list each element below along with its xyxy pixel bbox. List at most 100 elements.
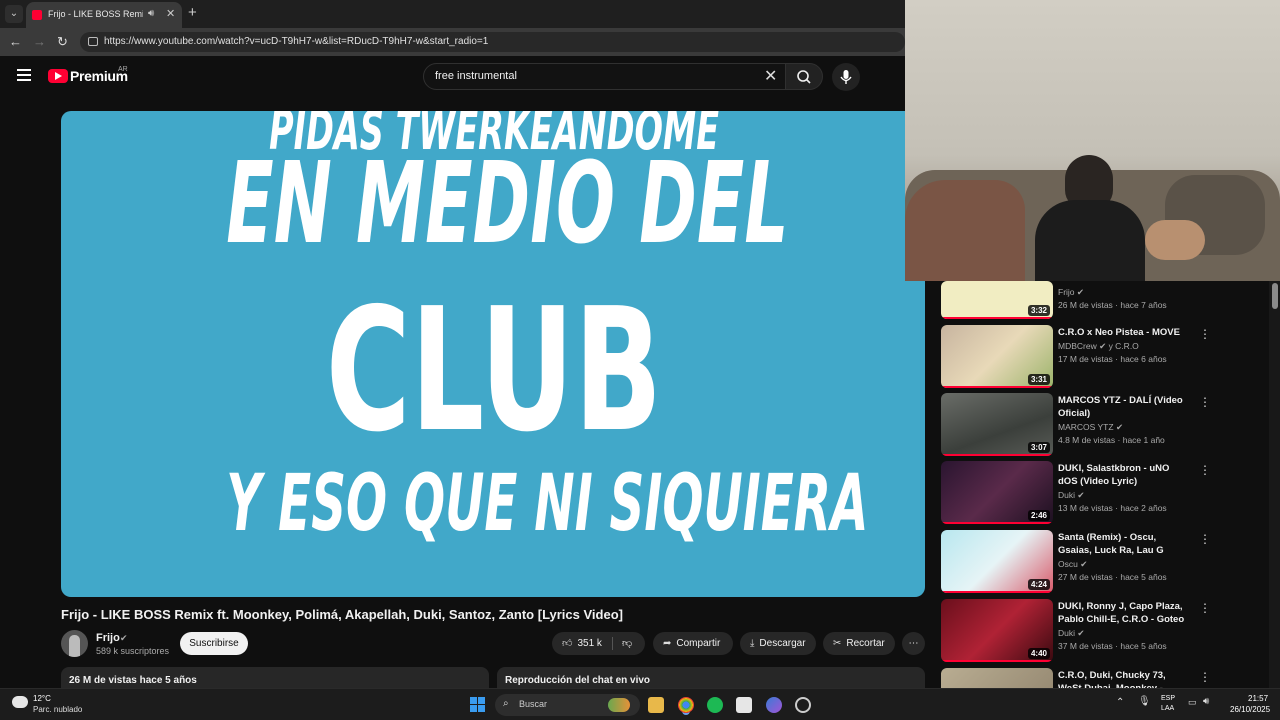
- address-bar[interactable]: https://www.youtube.com/watch?v=ucD-T9hH…: [80, 32, 905, 52]
- video-thumbnail[interactable]: 4:40: [941, 599, 1053, 662]
- more-vertical-icon[interactable]: ⋮: [1199, 327, 1211, 341]
- download-button[interactable]: ⤓ Descargar: [740, 632, 816, 655]
- video-thumbnail[interactable]: 3:07: [941, 393, 1053, 456]
- duration-badge: 4:40: [1027, 648, 1050, 659]
- search-button[interactable]: [785, 63, 823, 90]
- volume-icon[interactable]: 🔊︎: [1203, 696, 1209, 707]
- copilot-icon[interactable]: [766, 697, 782, 713]
- chrome-icon[interactable]: [678, 697, 694, 713]
- channel-name[interactable]: Oscu ✔: [1058, 559, 1087, 570]
- channel-name[interactable]: MARCOS YTZ ✔: [1058, 422, 1123, 433]
- back-icon[interactable]: ←: [9, 34, 22, 49]
- like-icon[interactable]: 👍︎: [562, 632, 572, 655]
- forward-icon[interactable]: →: [33, 34, 46, 49]
- video-title[interactable]: MARCOS YTZ - DALÍ (Video Oficial): [1058, 394, 1188, 420]
- duration-badge: 2:46: [1027, 510, 1050, 521]
- youtube-logo-icon[interactable]: [48, 69, 68, 83]
- more-vertical-icon[interactable]: ⋮: [1199, 670, 1211, 684]
- video-title[interactable]: DUKI, Ronny J, Capo Plaza, Pablo Chill-E…: [1058, 600, 1188, 626]
- video-thumbnail[interactable]: 2:46: [941, 461, 1053, 524]
- subscribe-button[interactable]: Suscribirse: [180, 632, 248, 655]
- close-tab-icon[interactable]: ✕: [166, 7, 175, 20]
- recommendation-item[interactable]: 3:07 MARCOS YTZ - DALÍ (Video Oficial) M…: [941, 393, 1261, 457]
- dislike-icon[interactable]: 👎︎: [622, 632, 632, 655]
- like-count[interactable]: 351 k: [577, 638, 601, 649]
- watch-progress-bar: [941, 591, 1053, 593]
- video-player[interactable]: PIDAS TWERKEANDOME EN MEDIO DEL CLUB Y E…: [61, 111, 925, 597]
- weather-description[interactable]: Parc. nublado: [33, 705, 82, 714]
- channel-avatar[interactable]: [61, 630, 88, 657]
- more-vertical-icon[interactable]: ⋮: [1199, 463, 1211, 477]
- search-input[interactable]: free instrumental ✕: [423, 63, 786, 90]
- scrollbar-thumb[interactable]: [1272, 283, 1278, 309]
- taskbar-search-label: Buscar: [519, 699, 548, 709]
- chevron-up-icon[interactable]: ⌃: [1116, 697, 1124, 708]
- weather-temperature[interactable]: 12°C: [33, 694, 51, 703]
- network-icon[interactable]: ▭: [1188, 697, 1197, 708]
- channel-name[interactable]: Frijo ✔: [1058, 287, 1084, 298]
- watch-progress-bar: [941, 386, 1053, 388]
- webcam-person-body: [1035, 200, 1145, 281]
- more-vertical-icon[interactable]: ⋮: [1199, 601, 1211, 615]
- recommendation-item[interactable]: 2:46 DUKI, Salastkbron - uNO dOS (Video …: [941, 461, 1261, 525]
- share-button[interactable]: ➦ Compartir: [653, 632, 733, 655]
- channel-name[interactable]: Duki ✔: [1058, 628, 1085, 639]
- clip-label: Recortar: [846, 638, 885, 649]
- video-title[interactable]: Santa (Remix) - Oscu, Gsaias, Luck Ra, L…: [1058, 531, 1188, 557]
- channel-name[interactable]: Frijo: [96, 632, 120, 644]
- windows-taskbar: 12°C Parc. nublado ⌕ Buscar ⌃ 🎙︎ ESP LAA…: [0, 688, 1280, 720]
- video-thumbnail[interactable]: 3:31: [941, 325, 1053, 388]
- hamburger-menu-icon[interactable]: [17, 69, 31, 84]
- country-code: AR: [118, 66, 128, 73]
- recommendation-item[interactable]: 4:40 DUKI, Ronny J, Capo Plaza, Pablo Ch…: [941, 599, 1261, 663]
- lyric-line-2: EN MEDIO DEL: [226, 139, 789, 269]
- windows-start-icon[interactable]: [470, 697, 485, 712]
- clear-search-icon[interactable]: ✕: [764, 66, 777, 86]
- video-thumbnail[interactable]: 4:24: [941, 530, 1053, 593]
- clip-button[interactable]: ✂ Recortar: [823, 632, 895, 655]
- more-actions-button[interactable]: ⋯: [902, 632, 925, 655]
- taskbar-search-box[interactable]: ⌕ Buscar: [495, 694, 640, 716]
- new-tab-icon[interactable]: +: [188, 4, 197, 21]
- clock-date[interactable]: 26/10/2025: [1230, 705, 1270, 714]
- recommendation-item[interactable]: C.R.O, Duki, Chucky 73, WeSt Dubai, Moon…: [941, 668, 1261, 688]
- youtube-favicon-icon: [32, 10, 42, 20]
- settings-gear-icon[interactable]: [795, 697, 811, 713]
- input-layout[interactable]: LAA: [1161, 705, 1174, 712]
- webcam-person-knee: [1145, 220, 1205, 260]
- video-title[interactable]: C.R.O, Duki, Chucky 73, WeSt Dubai, Moon…: [1058, 669, 1188, 688]
- microphone-icon[interactable]: 🎙︎: [1138, 696, 1151, 707]
- share-label: Compartir: [676, 638, 721, 649]
- search-input-value[interactable]: free instrumental: [435, 70, 517, 82]
- browser-tab-bar: ⌄ Frijo - LIKE BOSS Remix ft. Mo 🔊︎ ✕ +: [0, 0, 905, 28]
- weather-cloud-icon[interactable]: [12, 696, 28, 708]
- tab-search-chevron-icon[interactable]: ⌄: [5, 5, 23, 23]
- more-vertical-icon[interactable]: ⋮: [1199, 532, 1211, 546]
- video-title[interactable]: DUKI, Salastkbron - uNO dOS (Video Lyric…: [1058, 462, 1188, 488]
- recommendation-item[interactable]: 3:31 C.R.O x Neo Pistea - MOVE MDBCrew ✔…: [941, 325, 1261, 389]
- video-thumbnail[interactable]: 3:32: [941, 281, 1053, 319]
- video-meta: 26 M de vistas · hace 7 años: [1058, 300, 1167, 310]
- channel-name[interactable]: Duki ✔: [1058, 490, 1085, 501]
- browser-tab[interactable]: Frijo - LIKE BOSS Remix ft. Mo 🔊︎ ✕: [26, 2, 182, 28]
- input-language[interactable]: ESP: [1161, 695, 1175, 702]
- download-label: Descargar: [759, 638, 806, 649]
- file-explorer-icon[interactable]: [648, 697, 664, 713]
- voice-search-button[interactable]: [832, 63, 860, 91]
- video-title[interactable]: C.R.O x Neo Pistea - MOVE: [1058, 326, 1188, 339]
- url-text[interactable]: https://www.youtube.com/watch?v=ucD-T9hH…: [104, 36, 488, 47]
- speaker-icon[interactable]: 🔊︎: [148, 8, 154, 19]
- channel-name[interactable]: MDBCrew ✔ y C.R.O: [1058, 341, 1139, 352]
- spotify-icon[interactable]: [707, 697, 723, 713]
- video-thumbnail[interactable]: [941, 668, 1053, 688]
- recommendation-item[interactable]: 4:24 Santa (Remix) - Oscu, Gsaias, Luck …: [941, 530, 1261, 594]
- site-info-icon[interactable]: [88, 37, 98, 46]
- sidebar-scrollbar[interactable]: [1269, 281, 1280, 688]
- reload-icon[interactable]: ↻: [57, 34, 68, 50]
- more-vertical-icon[interactable]: ⋮: [1199, 395, 1211, 409]
- clock-time[interactable]: 21:57: [1248, 694, 1268, 703]
- browser-toolbar: ← → ↻ https://www.youtube.com/watch?v=uc…: [0, 28, 905, 56]
- scissors-icon: ✂: [833, 638, 842, 649]
- duration-badge: 4:24: [1027, 579, 1050, 590]
- microsoft-store-icon[interactable]: [736, 697, 752, 713]
